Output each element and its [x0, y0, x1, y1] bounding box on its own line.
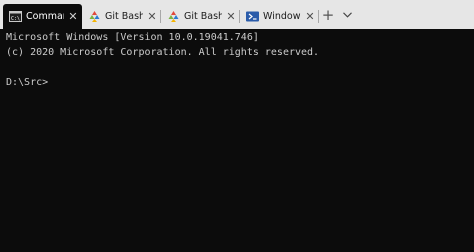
terminal-window: C:\ Command Prompt ✕ Git Bash / ✕ Git Ba…	[0, 0, 474, 252]
dropdown-button[interactable]	[339, 4, 355, 26]
tab-title: Git Bash /	[184, 11, 222, 22]
terminal-line: (c) 2020 Microsoft Corporation. All righ…	[6, 47, 320, 58]
close-icon[interactable]: ✕	[222, 4, 240, 29]
chevron-down-icon	[342, 12, 352, 18]
tab-title: Git Bash /	[105, 11, 143, 22]
terminal-output[interactable]: Microsoft Windows [Version 10.0.19041.74…	[0, 29, 474, 252]
command-prompt-icon: C:\	[9, 11, 22, 22]
close-icon[interactable]: ✕	[301, 4, 319, 29]
powershell-icon	[246, 11, 259, 22]
terminal-line: Microsoft Windows [Version 10.0.19041.74…	[6, 32, 259, 43]
git-bash-icon	[168, 11, 179, 22]
git-bash-icon	[89, 11, 100, 22]
tab-command-prompt[interactable]: C:\ Command Prompt ✕	[3, 4, 82, 29]
tab-title: Windows	[263, 11, 301, 22]
tab-title: Command Prompt	[26, 11, 64, 22]
tab-bar: C:\ Command Prompt ✕ Git Bash / ✕ Git Ba…	[0, 0, 474, 29]
tab-git-bash-1[interactable]: Git Bash / ✕	[82, 4, 161, 29]
new-tab-button[interactable]: +	[320, 4, 336, 26]
close-icon[interactable]: ✕	[143, 4, 161, 29]
tab-git-bash-2[interactable]: Git Bash / ✕	[161, 4, 240, 29]
svg-text:C:\: C:\	[11, 16, 20, 22]
tab-windows-powershell[interactable]: Windows ✕	[240, 4, 319, 29]
terminal-prompt: D:\Src>	[6, 77, 49, 88]
close-icon[interactable]: ✕	[64, 4, 82, 29]
